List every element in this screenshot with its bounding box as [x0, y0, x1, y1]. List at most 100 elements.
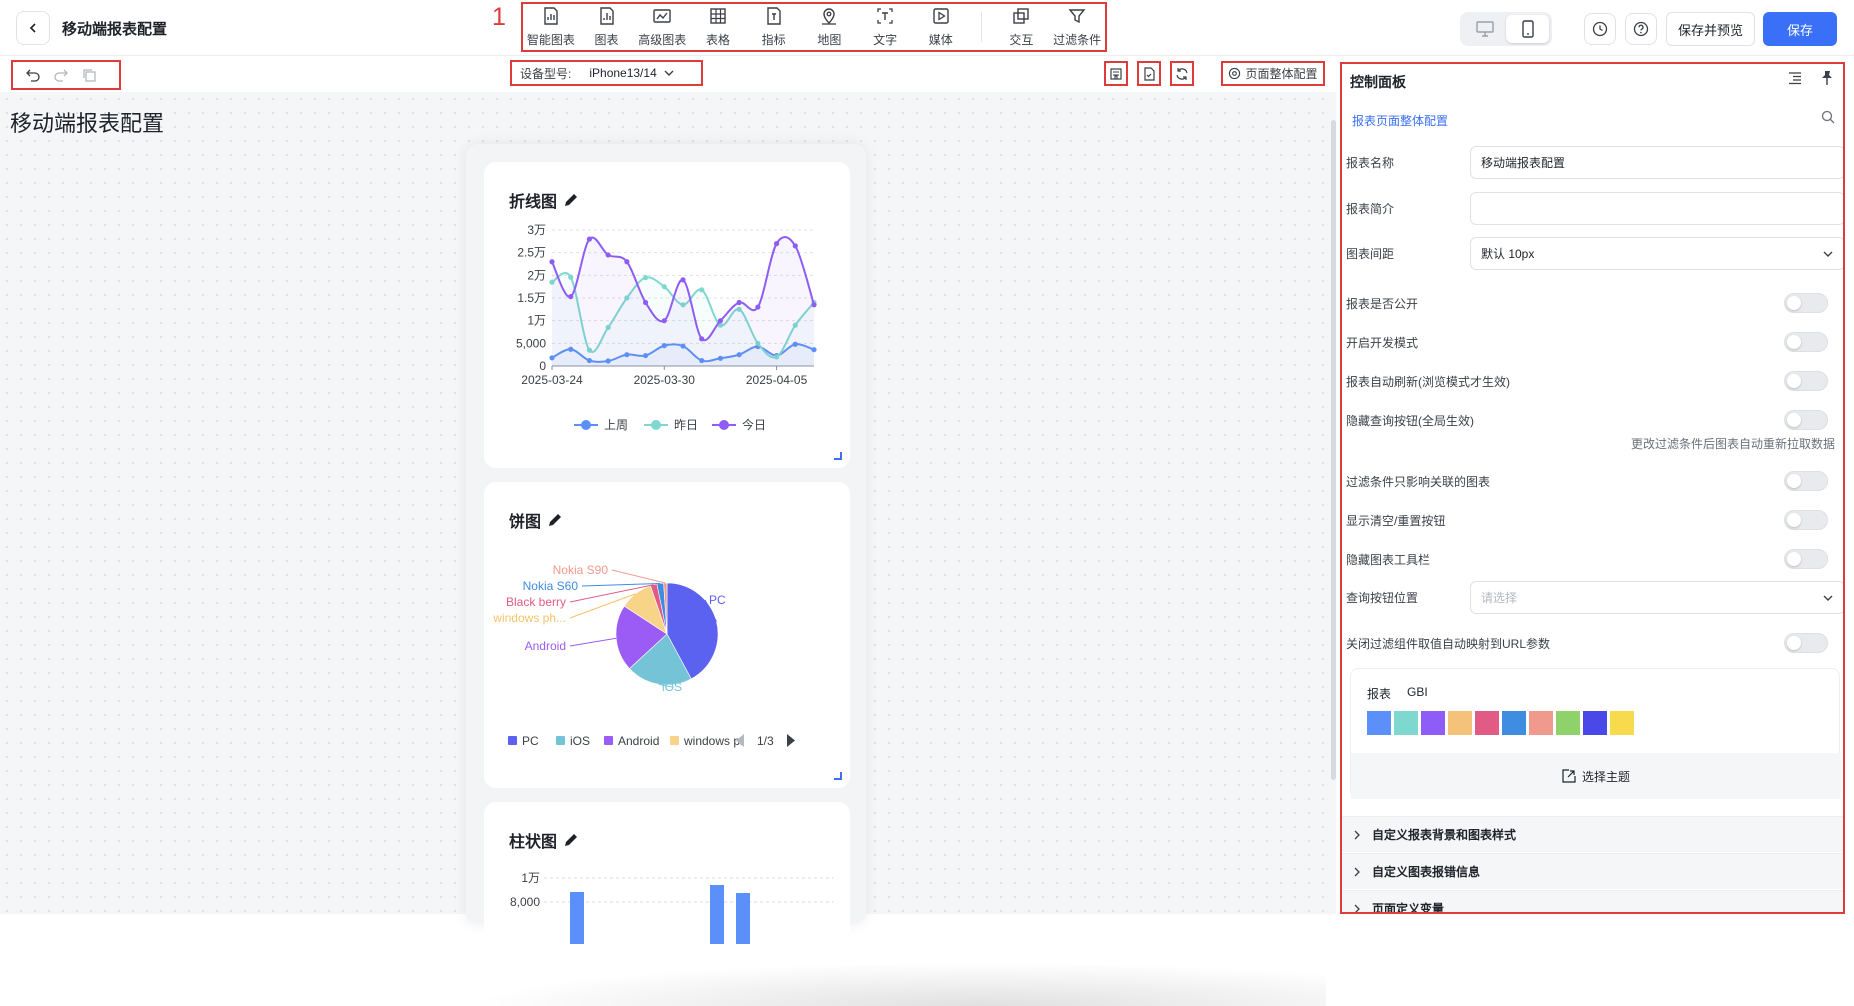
line-point [568, 294, 574, 300]
canvas-scrollbar[interactable] [1331, 120, 1336, 780]
export-file-button[interactable] [1137, 61, 1161, 86]
desktop-icon [1475, 21, 1494, 37]
accordion-custom-style[interactable]: 自定义报表背景和图表样式 [1342, 816, 1843, 852]
theme-swatch[interactable] [1583, 711, 1607, 735]
filter-linked-toggle[interactable] [1784, 471, 1828, 491]
undo-icon[interactable] [25, 67, 41, 83]
dev-mode-toggle[interactable] [1784, 332, 1828, 352]
theme-swatch[interactable] [1556, 711, 1580, 735]
page-config-button[interactable]: 页面整体配置 [1221, 61, 1325, 86]
line-point [792, 243, 798, 249]
line-chart-card[interactable]: 折线图 0 5,000 1万 1.5万 2万 2.5万 3万 2025-03-24 2025-0… [484, 162, 850, 468]
auto-refresh-toggle[interactable] [1784, 371, 1828, 391]
redo-icon[interactable] [53, 67, 69, 83]
outline-icon[interactable] [1787, 70, 1803, 86]
hide-toolbar-toggle[interactable] [1784, 549, 1828, 569]
edit-pencil-icon[interactable] [563, 832, 579, 848]
accordion-error-info[interactable]: 自定义图表报错信息 [1342, 853, 1843, 889]
chevron-down-icon [1823, 595, 1833, 601]
theme-swatch[interactable] [1610, 711, 1634, 735]
template-button[interactable] [1104, 61, 1128, 86]
resize-handle[interactable] [834, 452, 842, 460]
chart-gap-select[interactable]: 默认 10px [1470, 237, 1843, 270]
tool-filter[interactable]: 过滤条件 [1049, 6, 1105, 48]
edit-pencil-icon[interactable] [547, 512, 563, 528]
help-button[interactable] [1625, 13, 1657, 45]
pie-legend-marker [556, 736, 565, 745]
accordion-page-variables[interactable]: 页面定义变量 [1342, 890, 1843, 912]
theme-color-swatches[interactable] [1367, 711, 1634, 735]
tool-metric[interactable]: 指标 [746, 6, 802, 48]
history-button[interactable] [1584, 13, 1616, 45]
theme-swatch[interactable] [1367, 711, 1391, 735]
line-series-area [552, 236, 814, 366]
hide-query-toggle[interactable] [1784, 410, 1828, 430]
resize-handle[interactable] [834, 772, 842, 780]
legend-marker [719, 420, 729, 430]
chevron-down-icon [1823, 251, 1833, 257]
legend-next-icon[interactable] [787, 734, 795, 747]
pie-legend-label[interactable]: PC [522, 734, 539, 748]
tool-interaction[interactable]: 交互 [994, 6, 1050, 48]
back-button[interactable] [16, 11, 50, 45]
url-mapping-toggle[interactable] [1784, 633, 1828, 653]
bar-chart-title: 柱状图 [509, 828, 579, 852]
top-bar: 移动端报表配置 智能图表 图表 高级图表 表格 指标 地图 文字 媒体 交互 过… [0, 0, 1854, 56]
legend-label[interactable]: 今日 [742, 417, 766, 432]
search-icon[interactable] [1821, 110, 1835, 124]
pie-legend-label[interactable]: iOS [570, 734, 590, 748]
component-toolbar: 智能图表 图表 高级图表 表格 指标 地图 文字 媒体 交互 过滤条件 [521, 2, 1107, 52]
tool-text[interactable]: 文字 [857, 6, 913, 48]
pie-chart: PC iOS Android windows ph... Black berry Noki… [492, 563, 795, 748]
line-point [811, 302, 817, 308]
desktop-view-button[interactable] [1463, 15, 1506, 43]
tool-chart[interactable]: 图表 [579, 6, 635, 48]
theme-swatch[interactable] [1448, 711, 1472, 735]
tool-advanced-chart[interactable]: 高级图表 [634, 6, 690, 48]
pin-icon[interactable] [1819, 70, 1835, 86]
reset-button-toggle[interactable] [1784, 510, 1828, 530]
pie-legend-label[interactable]: Android [618, 734, 659, 748]
report-name-input[interactable]: 移动端报表配置 [1470, 146, 1843, 179]
public-toggle[interactable] [1784, 293, 1828, 313]
theme-swatch[interactable] [1475, 711, 1499, 735]
mobile-view-button[interactable] [1506, 15, 1549, 43]
line-point [568, 274, 574, 280]
report-desc-input[interactable] [1470, 192, 1843, 225]
line-point [642, 299, 649, 306]
tab-page-config[interactable]: 报表页面整体配置 [1352, 112, 1448, 129]
theme-tab-gbi[interactable]: GBI [1407, 685, 1428, 702]
toolbar-divider [980, 12, 982, 42]
save-and-preview-button[interactable]: 保存并预览 [1666, 12, 1755, 46]
save-button[interactable]: 保存 [1763, 12, 1837, 46]
device-selector[interactable]: 设备型号: iPhone13/14 [510, 60, 703, 86]
theme-swatch[interactable] [1502, 711, 1526, 735]
legend-label[interactable]: 昨日 [674, 418, 698, 432]
pie-label: Black berry [506, 595, 566, 609]
form-row-refresh: 报表自动刷新(浏览模式才生效) [1346, 370, 1836, 392]
tool-map[interactable]: 地图 [802, 6, 858, 48]
query-position-select[interactable]: 请选择 [1470, 581, 1843, 614]
copy-icon[interactable] [81, 67, 97, 83]
theme-swatch[interactable] [1394, 711, 1418, 735]
theme-swatch[interactable] [1529, 711, 1553, 735]
line-point [717, 318, 724, 324]
refresh-button[interactable] [1170, 61, 1194, 86]
hide-query-hint: 更改过滤条件后图表自动重新拉取数据 [1630, 437, 1835, 451]
choose-theme-button[interactable]: 选择主题 [1351, 753, 1841, 799]
theme-swatch[interactable] [1421, 711, 1445, 735]
pie-label: Android [525, 639, 566, 653]
theme-tab-report[interactable]: 报表 [1367, 685, 1391, 702]
bar-chart-card[interactable]: 柱状图 1万 8,000 [484, 802, 850, 944]
pie-legend-label[interactable]: windows pl [683, 734, 743, 748]
canvas-shadow [466, 962, 1326, 1006]
mobile-preview-frame: 折线图 0 5,000 1万 1.5万 2万 2.5万 3万 2025-03-24 2025-0… [466, 144, 866, 944]
pie-chart-card[interactable]: 饼图 PC iOS Android windows ph... Black berry N… [484, 482, 850, 788]
tool-table[interactable]: 表格 [690, 6, 746, 48]
edit-pencil-icon[interactable] [563, 192, 579, 208]
tool-smart-chart[interactable]: 智能图表 [523, 6, 579, 48]
tool-media[interactable]: 媒体 [913, 6, 969, 48]
chevron-right-icon [1354, 830, 1360, 839]
form-row-url: 关闭过滤组件取值自动映射到URL参数 [1346, 632, 1836, 654]
legend-label[interactable]: 上周 [604, 418, 628, 432]
